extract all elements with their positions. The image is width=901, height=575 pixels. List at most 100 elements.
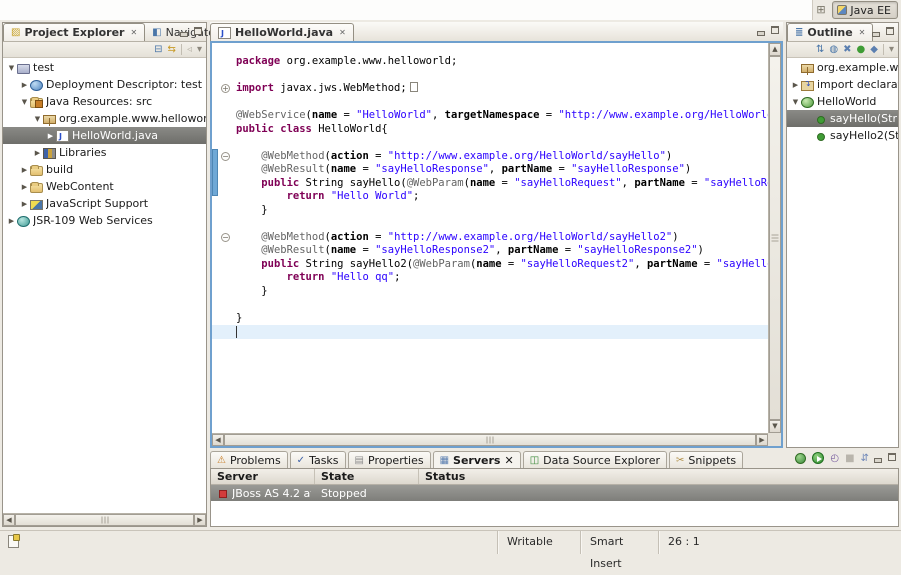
code-token: "sayHelloResponse2" bbox=[375, 244, 495, 256]
tree-item-sayhello2-string-[interactable]: sayHello2(String) bbox=[787, 127, 898, 144]
tab-data-source-explorer[interactable]: ◫Data Source Explorer bbox=[523, 451, 667, 468]
expand-arrow-icon[interactable]: ▶ bbox=[790, 81, 801, 89]
editor-vscrollbar[interactable]: ▲ ▼ bbox=[768, 43, 781, 433]
code-line bbox=[212, 298, 768, 312]
tree-item-deployment-descriptor-test[interactable]: ▶Deployment Descriptor: test bbox=[3, 76, 206, 93]
minimize-icon[interactable] bbox=[873, 452, 883, 462]
project-explorer-tree[interactable]: ▼test▶Deployment Descriptor: test▼Java R… bbox=[3, 59, 206, 513]
tab-servers[interactable]: ▦Servers✕ bbox=[433, 451, 521, 468]
cursor-position-status: 26 : 1 bbox=[658, 531, 720, 554]
server-row[interactable]: JBoss AS 4.2 at localhostStopped bbox=[211, 485, 898, 501]
scroll-up-icon[interactable]: ▲ bbox=[769, 43, 781, 56]
column-header-status[interactable]: Status bbox=[419, 469, 898, 484]
code-token: = bbox=[558, 244, 577, 256]
servers-table-header[interactable]: ServerStateStatus bbox=[211, 469, 898, 485]
start-icon[interactable] bbox=[812, 452, 824, 464]
fold-expanded-icon[interactable]: − bbox=[221, 233, 230, 242]
perspective-button-java-ee[interactable]: Java EE bbox=[832, 1, 898, 19]
tab-snippets[interactable]: ✂Snippets bbox=[669, 451, 743, 468]
publish-icon[interactable]: ⇵ bbox=[861, 453, 869, 464]
tree-item-helloworld-java[interactable]: ▶HelloWorld.java bbox=[3, 127, 206, 144]
tree-item-javascript-support[interactable]: ▶JavaScript Support bbox=[3, 195, 206, 212]
code-text[interactable]: package org.example.www.helloworld;+impo… bbox=[212, 43, 768, 433]
minimize-icon[interactable] bbox=[179, 26, 189, 36]
expand-arrow-icon[interactable]: ▶ bbox=[32, 149, 43, 157]
expand-arrow-icon[interactable]: ▶ bbox=[19, 166, 30, 174]
sort-icon[interactable]: ⇅ bbox=[816, 44, 824, 55]
stop-icon[interactable]: ■ bbox=[845, 453, 854, 464]
scroll-left-icon[interactable]: ◀ bbox=[212, 434, 224, 446]
fold-expanded-icon[interactable]: − bbox=[221, 152, 230, 161]
view-menu-icon[interactable]: ▾ bbox=[197, 44, 202, 55]
maximize-icon[interactable] bbox=[770, 25, 780, 35]
outline-tree[interactable]: org.example.www.helloworld▶import declar… bbox=[787, 59, 898, 447]
tree-item-build[interactable]: ▶build bbox=[3, 161, 206, 178]
tree-item-import-declarations[interactable]: ▶import declarations bbox=[787, 76, 898, 93]
fold-collapsed-icon[interactable]: + bbox=[221, 84, 230, 93]
problems-icon: ⚠ bbox=[217, 455, 226, 466]
fast-view-icon[interactable] bbox=[8, 535, 19, 548]
navigator-icon: ◧ bbox=[152, 27, 161, 38]
back-arrow-icon[interactable]: ◃ bbox=[187, 44, 192, 55]
scroll-left-icon[interactable]: ◀ bbox=[3, 514, 15, 526]
tree-item-sayhello-string-[interactable]: sayHello(String) bbox=[787, 110, 898, 127]
tree-item-org-example-www-helloworld[interactable]: ▼org.example.www.helloworld bbox=[3, 110, 206, 127]
tab-outline[interactable]: ≣Outline✕ bbox=[787, 23, 873, 41]
scrollbar-thumb[interactable] bbox=[769, 56, 781, 420]
hide-local-types-icon[interactable]: ◆ bbox=[870, 44, 878, 55]
close-icon[interactable]: ✕ bbox=[339, 28, 346, 37]
link-with-editor-icon[interactable]: ⇆ bbox=[168, 44, 176, 55]
maximize-icon[interactable] bbox=[193, 26, 203, 36]
scroll-right-icon[interactable]: ▶ bbox=[194, 514, 206, 526]
tree-item-java-resources-src[interactable]: ▼Java Resources: src bbox=[3, 93, 206, 110]
scroll-right-icon[interactable]: ▶ bbox=[756, 434, 768, 446]
close-icon[interactable]: ✕ bbox=[859, 28, 866, 37]
tree-item-org-example-www-helloworld[interactable]: org.example.www.helloworld bbox=[787, 59, 898, 76]
code-token: javax.jws.WebMethod; bbox=[274, 82, 407, 94]
project-explorer-hscrollbar[interactable]: ◀ ▶ bbox=[3, 513, 206, 526]
tree-item-test[interactable]: ▼test bbox=[3, 59, 206, 76]
editor-hscrollbar[interactable]: ◀ ▶ bbox=[212, 433, 768, 446]
tree-item-jsr-109-web-services[interactable]: ▶JSR-109 Web Services bbox=[3, 212, 206, 229]
expand-arrow-icon[interactable]: ▶ bbox=[19, 183, 30, 191]
debug-icon[interactable] bbox=[795, 453, 806, 464]
scrollbar-thumb[interactable] bbox=[224, 434, 756, 446]
minimize-icon[interactable] bbox=[871, 26, 881, 36]
tab-tasks[interactable]: ✓Tasks bbox=[290, 451, 346, 468]
hide-fields-icon[interactable]: ◍ bbox=[829, 44, 838, 55]
expand-arrow-icon[interactable]: ▶ bbox=[19, 81, 30, 89]
tab-project-explorer[interactable]: ▨Project Explorer✕ bbox=[3, 23, 145, 41]
scroll-down-icon[interactable]: ▼ bbox=[769, 420, 781, 433]
code-editor[interactable]: package org.example.www.helloworld;+impo… bbox=[212, 43, 768, 433]
close-icon[interactable]: ✕ bbox=[130, 28, 137, 37]
collapse-all-icon[interactable]: ⊟ bbox=[154, 44, 162, 55]
expand-arrow-icon[interactable]: ▼ bbox=[790, 98, 801, 106]
column-header-server[interactable]: Server bbox=[211, 469, 315, 484]
tree-item-helloworld[interactable]: ▼HelloWorld bbox=[787, 93, 898, 110]
expand-arrow-icon[interactable]: ▼ bbox=[19, 98, 30, 106]
expand-arrow-icon[interactable]: ▶ bbox=[19, 200, 30, 208]
expand-arrow-icon[interactable]: ▶ bbox=[6, 217, 17, 225]
expand-arrow-icon[interactable]: ▶ bbox=[45, 132, 56, 140]
tab-helloworld-java[interactable]: HelloWorld.java ✕ bbox=[210, 23, 354, 41]
hide-non-public-icon[interactable]: ● bbox=[857, 44, 866, 55]
code-token: = bbox=[698, 258, 717, 270]
maximize-icon[interactable] bbox=[887, 452, 897, 462]
open-perspective-icon[interactable]: ⊞ bbox=[814, 3, 828, 17]
profile-icon[interactable]: ◴ bbox=[830, 453, 839, 464]
scrollbar-thumb[interactable] bbox=[15, 514, 194, 526]
column-header-state[interactable]: State bbox=[315, 469, 419, 484]
view-menu-icon[interactable]: ▾ bbox=[889, 44, 894, 55]
tab-problems[interactable]: ⚠Problems bbox=[210, 451, 288, 468]
tree-item-webcontent[interactable]: ▶WebContent bbox=[3, 178, 206, 195]
expand-arrow-icon[interactable]: ▼ bbox=[6, 64, 17, 72]
tree-item-libraries[interactable]: ▶Libraries bbox=[3, 144, 206, 161]
tab-properties[interactable]: ▤Properties bbox=[348, 451, 431, 468]
code-token: public bbox=[236, 123, 274, 135]
hide-static-members-icon[interactable]: ✖ bbox=[843, 44, 851, 55]
close-icon[interactable]: ✕ bbox=[504, 454, 513, 467]
maximize-icon[interactable] bbox=[885, 26, 895, 36]
tab-label: HelloWorld.java bbox=[235, 26, 333, 39]
minimize-icon[interactable] bbox=[756, 25, 766, 35]
expand-arrow-icon[interactable]: ▼ bbox=[32, 115, 43, 123]
